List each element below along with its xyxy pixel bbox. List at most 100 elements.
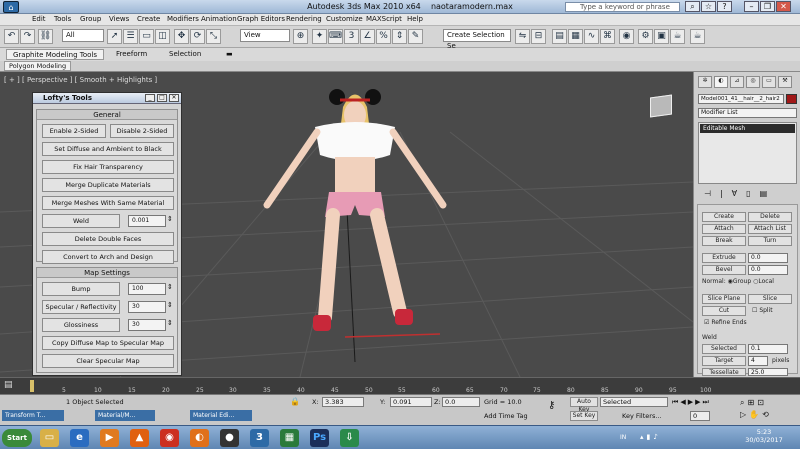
menu-group[interactable]: Group xyxy=(80,15,101,23)
photoshop-icon[interactable]: Ps xyxy=(310,429,329,447)
cut-button[interactable]: Cut xyxy=(702,306,746,316)
modify-tab-icon[interactable]: ◐ xyxy=(714,76,728,88)
attach-list-button[interactable]: Attach List xyxy=(748,224,792,234)
max-logo-icon[interactable]: ⌂ xyxy=(3,1,19,13)
app-icon-2[interactable]: ▦ xyxy=(280,429,299,447)
render-iterative-icon[interactable]: ☕ xyxy=(690,29,705,44)
rotate-icon[interactable]: ⟳ xyxy=(190,29,205,44)
add-time-tag[interactable]: Add Time Tag xyxy=(484,412,528,420)
motion-tab-icon[interactable]: ◎ xyxy=(746,76,760,88)
set-key-button[interactable]: Set Key xyxy=(570,411,598,421)
current-frame-input[interactable]: 0 xyxy=(690,411,710,421)
menu-animation[interactable]: Animation xyxy=(201,15,237,23)
volume-icon[interactable]: ♪ xyxy=(653,433,660,441)
tab-polygon-modeling[interactable]: Polygon Modeling xyxy=(4,61,72,71)
z-coordinate-input[interactable]: 0.0 xyxy=(442,397,480,407)
rect-select-icon[interactable]: ▭ xyxy=(139,29,154,44)
disable-2sided-button[interactable]: Disable 2-Sided xyxy=(110,124,174,138)
pin-stack-icon[interactable]: ⊣ xyxy=(704,189,720,198)
remove-modifier-icon[interactable]: ▯ xyxy=(746,189,759,198)
configure-sets-icon[interactable]: ▤ xyxy=(760,189,777,198)
make-unique-icon[interactable]: ∀ xyxy=(732,189,746,198)
show-end-result-icon[interactable]: | xyxy=(720,189,732,198)
app-icon[interactable]: ● xyxy=(220,429,239,447)
minimize-icon[interactable]: _ xyxy=(145,94,155,102)
weld-selected-input[interactable]: 0.1 xyxy=(748,344,788,354)
zoom-all-icon[interactable]: ⊞ xyxy=(747,398,757,407)
window-crossing-icon[interactable]: ◫ xyxy=(155,29,170,44)
slice-button[interactable]: Slice xyxy=(748,294,792,304)
curve-editor-icon[interactable]: ∿ xyxy=(584,29,599,44)
link-icon[interactable]: ⛓ xyxy=(38,29,53,44)
menu-customize[interactable]: Customize xyxy=(326,15,363,23)
display-tab-icon[interactable]: ▭ xyxy=(762,76,776,88)
set-diffuse-black-button[interactable]: Set Diffuse and Ambient to Black xyxy=(42,142,174,156)
help-search-input[interactable]: Type a keyword or phrase xyxy=(565,2,680,12)
bump-spinner-icon[interactable]: ⇕ xyxy=(167,283,173,291)
download-manager-icon[interactable]: ⇩ xyxy=(340,429,359,447)
auto-key-button[interactable]: Auto Key xyxy=(570,397,598,413)
specular-spinner-icon[interactable]: ⇕ xyxy=(167,301,173,309)
extrude-input[interactable]: 0.0 xyxy=(748,253,788,263)
firefox-icon[interactable]: ◐ xyxy=(190,429,209,447)
modifier-list-dropdown[interactable]: Modifier List xyxy=(698,108,797,118)
render-setup-icon[interactable]: ⚙ xyxy=(638,29,653,44)
menu-rendering[interactable]: Rendering xyxy=(286,15,322,23)
clock[interactable]: 5:23 30/03/2017 xyxy=(744,428,784,444)
start-button[interactable]: Start xyxy=(2,429,32,447)
lock-selection-icon[interactable]: 🔒 xyxy=(290,397,300,406)
fov-icon[interactable]: ▷ xyxy=(740,410,749,419)
x-coordinate-input[interactable]: 3.383 xyxy=(322,397,364,407)
menu-views[interactable]: Views xyxy=(109,15,129,23)
specular-button[interactable]: Specular / Reflectivity xyxy=(42,300,120,314)
ref-coord-dropdown[interactable]: View xyxy=(240,29,290,42)
utilities-tab-icon[interactable]: ⚒ xyxy=(778,76,792,88)
map-settings-header[interactable]: Map Settings xyxy=(37,268,177,278)
key-mode-dropdown[interactable]: Selected xyxy=(600,397,668,407)
keyboard-shortcut-icon[interactable]: ⌨ xyxy=(328,29,343,44)
menu-maxscript[interactable]: MAXScript xyxy=(366,15,402,23)
select-by-name-icon[interactable]: ☰ xyxy=(123,29,138,44)
close-icon[interactable]: ✕ xyxy=(776,1,791,12)
align-icon[interactable]: ⊟ xyxy=(531,29,546,44)
weld-target-input[interactable]: 4 xyxy=(748,356,768,366)
menu-edit[interactable]: Edit xyxy=(32,15,46,23)
prev-frame-icon[interactable]: ◀ xyxy=(680,398,687,406)
glossiness-input[interactable]: 30 xyxy=(128,319,166,331)
enable-2sided-button[interactable]: Enable 2-Sided xyxy=(42,124,106,138)
tab-graphite-modeling[interactable]: Graphite Modeling Tools xyxy=(6,49,105,60)
clear-specular-button[interactable]: Clear Specular Map xyxy=(42,354,174,368)
general-rollout-header[interactable]: General xyxy=(37,110,177,120)
select-manipulate-icon[interactable]: ✦ xyxy=(312,29,327,44)
media-player-icon[interactable]: ▶ xyxy=(100,429,119,447)
object-name-input[interactable]: Model001_41__hair__2_hair2 xyxy=(698,94,784,104)
zoom-extents-icon[interactable]: ⊡ xyxy=(757,398,767,407)
redo-icon[interactable]: ↷ xyxy=(20,29,35,44)
specular-input[interactable]: 30 xyxy=(128,301,166,313)
close-icon[interactable]: ✕ xyxy=(169,94,179,102)
viewcube-icon[interactable] xyxy=(650,94,672,118)
pivot-icon[interactable]: ⊕ xyxy=(293,29,308,44)
bump-input[interactable]: 100 xyxy=(128,283,166,295)
tessellate-button[interactable]: Tessellate xyxy=(702,368,746,376)
maximize-icon[interactable]: □ xyxy=(157,94,167,102)
restore-icon[interactable]: ❐ xyxy=(760,1,775,12)
bevel-button[interactable]: Bevel xyxy=(702,265,746,275)
angle-snap-icon[interactable]: ∠ xyxy=(360,29,375,44)
ribbon-dropdown-icon[interactable]: ▬ xyxy=(220,49,239,60)
merge-meshes-button[interactable]: Merge Meshes With Same Material xyxy=(42,196,174,210)
weld-target-button[interactable]: Target xyxy=(702,356,746,366)
menu-graph-editors[interactable]: Graph Editors xyxy=(237,15,285,23)
bevel-input[interactable]: 0.0 xyxy=(748,265,788,275)
split-checkbox[interactable]: ☐ xyxy=(752,307,757,314)
y-coordinate-input[interactable]: 0.091 xyxy=(390,397,432,407)
task-material-editor[interactable]: Material Edi... xyxy=(190,410,252,421)
menu-help[interactable]: Help xyxy=(407,15,423,23)
edit-named-sel-icon[interactable]: ✎ xyxy=(408,29,423,44)
viewport-label[interactable]: [ + ] [ Perspective ] [ Smooth + Highlig… xyxy=(4,76,157,84)
explorer-icon[interactable]: ▭ xyxy=(40,429,59,447)
slice-plane-button[interactable]: Slice Plane xyxy=(702,294,746,304)
schematic-view-icon[interactable]: ⌘ xyxy=(600,29,615,44)
spinner-snap-icon[interactable]: ⇕ xyxy=(392,29,407,44)
star-icon[interactable]: ☆ xyxy=(701,1,716,12)
